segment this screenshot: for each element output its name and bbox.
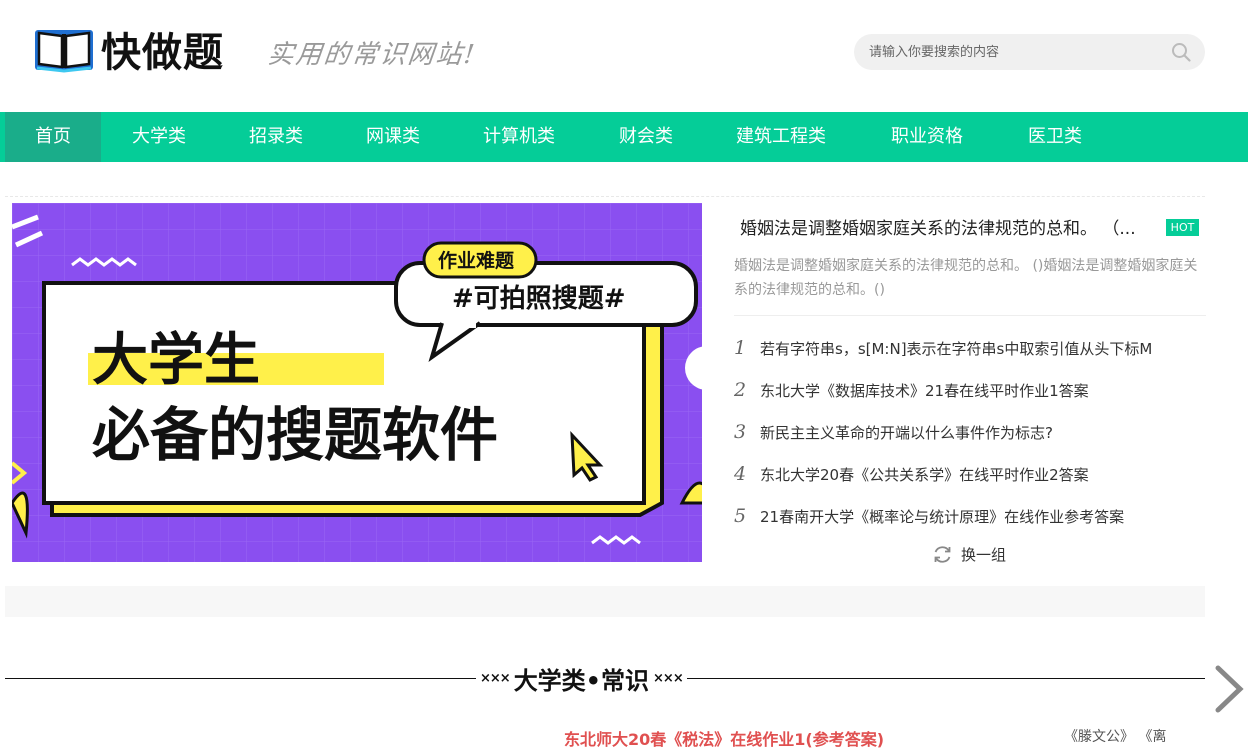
site-header: 快做题 实用的常识网站! <box>0 0 1248 112</box>
rank-number: 4 <box>734 463 747 485</box>
content-divider <box>5 196 1205 197</box>
site-logo[interactable]: 快做题 <box>33 24 224 76</box>
refresh-icon <box>934 545 951 563</box>
search-icon[interactable] <box>1171 42 1191 62</box>
list-divider <box>734 315 1206 316</box>
rank-number: 3 <box>734 421 747 443</box>
list-item[interactable]: 1 若有字符串s，s[M:N]表示在字符串s中取索引值从头下标M <box>734 327 1206 369</box>
rank-number: 5 <box>734 505 747 527</box>
section-title: 大学类•常识 <box>513 666 650 695</box>
side-article-link[interactable]: 《滕文公》 《离 <box>1064 726 1166 746</box>
list-item[interactable]: 4 东北大学20春《公共关系学》在线平时作业2答案 <box>734 453 1206 495</box>
ranked-article-list: 1 若有字符串s，s[M:N]表示在字符串s中取索引值从头下标M 2 东北大学《… <box>734 327 1206 537</box>
nav-item-accounting[interactable]: 财会类 <box>619 112 673 162</box>
list-item-title: 21春南开大学《概率论与统计原理》在线作业参考答案 <box>760 507 1125 526</box>
list-item[interactable]: 2 东北大学《数据库技术》21春在线平时作业1答案 <box>734 369 1206 411</box>
featured-article-link[interactable]: 东北师大20春《税法》在线作业1(参考答案) <box>564 726 884 750</box>
hot-article-title[interactable]: 婚姻法是调整婚姻家庭关系的法律规范的总和。 （... <box>740 214 1160 239</box>
nav-item-construction[interactable]: 建筑工程类 <box>736 112 826 162</box>
chevron-right-icon[interactable] <box>1212 664 1246 714</box>
nav-item-home[interactable]: 首页 <box>5 112 101 162</box>
hot-badge: HOT <box>1166 219 1199 236</box>
nav-item-recruitment[interactable]: 招录类 <box>249 112 303 162</box>
refresh-button[interactable]: 换一组 <box>932 542 1006 566</box>
section-deco-right: ××× <box>653 670 684 686</box>
banner-headline-2: 必备的搜题软件 <box>92 401 498 469</box>
banner-bubble-label: 作业难题 <box>438 249 514 272</box>
list-item-title: 东北大学20春《公共关系学》在线平时作业2答案 <box>760 465 1089 484</box>
search-box <box>854 34 1205 70</box>
search-input[interactable] <box>854 34 1154 70</box>
nav-item-computer[interactable]: 计算机类 <box>483 112 555 162</box>
banner-headline-1: 大学生 <box>92 328 260 393</box>
rank-number: 1 <box>734 337 747 359</box>
nav-item-medical[interactable]: 医卫类 <box>1028 112 1082 162</box>
banner-bubble-text: #可拍照搜题# <box>452 284 626 314</box>
nav-item-online-course[interactable]: 网课类 <box>366 112 420 162</box>
list-item-title: 新民主主义革命的开端以什么事件作为标志? <box>760 423 1053 442</box>
hot-article-summary: 婚姻法是调整婚姻家庭关系的法律规范的总和。 ()婚姻法是调整婚姻家庭关系的法律规… <box>734 258 1198 298</box>
site-name: 快做题 <box>101 30 224 76</box>
list-item[interactable]: 3 新民主主义革命的开端以什么事件作为标志? <box>734 411 1206 453</box>
list-item-title: 东北大学《数据库技术》21春在线平时作业1答案 <box>760 381 1089 400</box>
list-item[interactable]: 5 21春南开大学《概率论与统计原理》在线作业参考答案 <box>734 495 1206 537</box>
banner-artwork: 大学生 必备的搜题软件 #可拍照搜题# 作业难题 <box>12 203 702 562</box>
section-deco-left: ××× <box>480 670 511 686</box>
list-item-title: 若有字符串s，s[M:N]表示在字符串s中取索引值从头下标M <box>760 339 1153 358</box>
site-slogan: 实用的常识网站! <box>266 40 478 70</box>
nav-item-vocational[interactable]: 职业资格 <box>891 112 963 162</box>
main-nav: 首页 大学类 招录类 网课类 计算机类 财会类 建筑工程类 职业资格 医卫类 <box>0 112 1248 162</box>
section-heading: ××× 大学类•常识 ××× <box>476 660 687 696</box>
refresh-label: 换一组 <box>961 545 1007 564</box>
promo-banner[interactable]: 大学生 必备的搜题软件 #可拍照搜题# 作业难题 <box>12 203 702 562</box>
book-logo-icon <box>35 30 93 73</box>
spacer-strip <box>5 586 1205 617</box>
nav-item-university[interactable]: 大学类 <box>132 112 186 162</box>
rank-number: 2 <box>734 379 747 401</box>
